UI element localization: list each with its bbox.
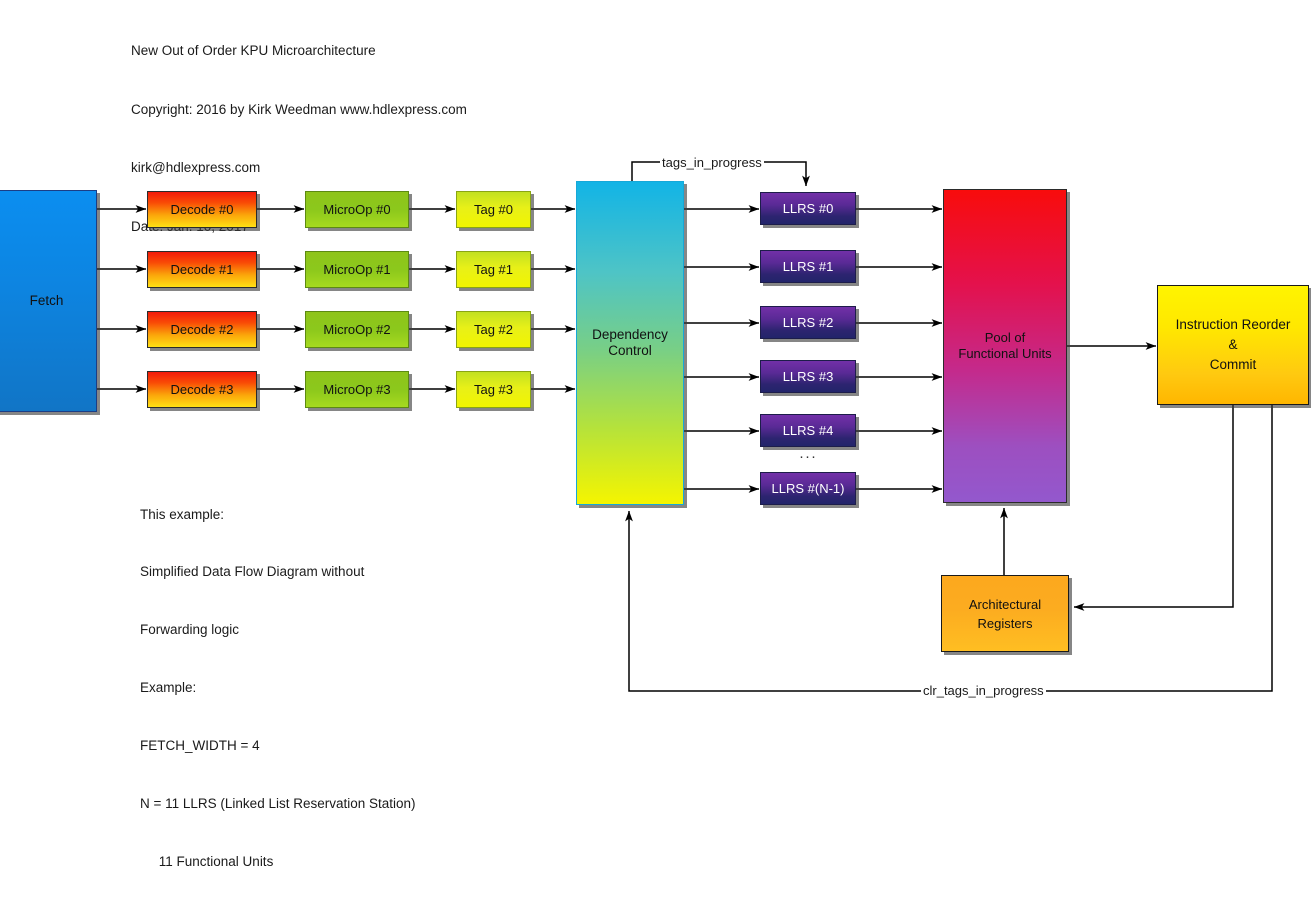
block-reorder-label: Instruction Reorder & Commit <box>1175 317 1291 372</box>
block-llrs-1-label: LLRS #1 <box>782 258 834 274</box>
block-tag-2[interactable]: Tag #2 <box>456 311 531 348</box>
block-tag-2-label: Tag #2 <box>473 321 514 337</box>
title-line-3: kirk@hdlexpress.com <box>131 160 261 175</box>
block-microop-2[interactable]: MicroOp #2 <box>305 311 409 348</box>
block-decode-2[interactable]: Decode #2 <box>147 311 257 348</box>
block-fetch[interactable]: Fetch <box>0 190 97 412</box>
block-llrs-3-label: LLRS #3 <box>782 368 834 384</box>
block-tag-3-label: Tag #3 <box>473 381 514 397</box>
block-pool-label: Pool of Functional Units <box>958 330 1052 361</box>
block-llrs-n-minus-1-label: LLRS #(N-1) <box>771 480 845 496</box>
title-line-2: Copyright: 2016 by Kirk Weedman www.hdle… <box>131 101 467 117</box>
block-microop-2-label: MicroOp #2 <box>323 321 391 337</box>
block-fetch-label: Fetch <box>29 293 64 308</box>
block-decode-1-label: Decode #1 <box>170 261 234 277</box>
block-microop-0[interactable]: MicroOp #0 <box>305 191 409 228</box>
notes-line-5: FETCH_WIDTH = 4 <box>140 738 260 754</box>
block-llrs-0-label: LLRS #0 <box>782 200 834 216</box>
block-dependency-control[interactable]: Dependency Control <box>576 181 684 505</box>
wire-label-clr-tags-in-progress: clr_tags_in_progress <box>921 683 1046 698</box>
block-llrs-1[interactable]: LLRS #1 <box>760 250 856 283</box>
notes-line-3: Forwarding logic <box>140 622 240 638</box>
block-tag-3[interactable]: Tag #3 <box>456 371 531 408</box>
block-tag-0[interactable]: Tag #0 <box>456 191 531 228</box>
block-instruction-reorder-commit[interactable]: Instruction Reorder & Commit <box>1157 285 1309 405</box>
block-microop-0-label: MicroOp #0 <box>323 201 391 217</box>
title-block: New Out of Order KPU Microarchitecture C… <box>131 2 467 275</box>
notes-line-6: N = 11 LLRS (Linked List Reservation Sta… <box>140 796 416 812</box>
block-architectural-registers-label: Architectural Registers <box>968 596 1042 631</box>
wire-label-tags-in-progress: tags_in_progress <box>660 155 764 170</box>
title-line-1: New Out of Order KPU Microarchitecture <box>131 43 376 58</box>
block-decode-0-label: Decode #0 <box>170 201 234 217</box>
block-pool-of-functional-units[interactable]: Pool of Functional Units <box>943 189 1067 503</box>
block-microop-1[interactable]: MicroOp #1 <box>305 251 409 288</box>
block-microop-3-label: MicroOp #3 <box>323 381 391 397</box>
notes-line-1: This example: <box>140 506 225 522</box>
notes-line-4: Example: <box>140 680 197 696</box>
block-decode-2-label: Decode #2 <box>170 321 234 337</box>
block-llrs-0[interactable]: LLRS #0 <box>760 192 856 225</box>
notes-line-2: Simplified Data Flow Diagram without <box>140 564 365 580</box>
block-llrs-2-label: LLRS #2 <box>782 314 834 330</box>
block-microop-3[interactable]: MicroOp #3 <box>305 371 409 408</box>
notes-line-7: 11 Functional Units <box>140 853 274 869</box>
block-tag-1-label: Tag #1 <box>473 261 514 277</box>
block-llrs-3[interactable]: LLRS #3 <box>760 360 856 393</box>
block-decode-0[interactable]: Decode #0 <box>147 191 257 228</box>
block-decode-1[interactable]: Decode #1 <box>147 251 257 288</box>
block-architectural-registers[interactable]: Architectural Registers <box>941 575 1069 652</box>
notes-block: This example: Simplified Data Flow Diagr… <box>140 466 416 910</box>
block-llrs-4[interactable]: LLRS #4 <box>760 414 856 447</box>
block-microop-1-label: MicroOp #1 <box>323 261 391 277</box>
block-llrs-n-minus-1[interactable]: LLRS #(N-1) <box>760 472 856 505</box>
block-tag-0-label: Tag #0 <box>473 201 514 217</box>
block-decode-3[interactable]: Decode #3 <box>147 371 257 408</box>
block-dependency-control-label: Dependency Control <box>592 327 668 358</box>
diagram-canvas: New Out of Order KPU Microarchitecture C… <box>0 0 1311 869</box>
block-decode-3-label: Decode #3 <box>170 381 234 397</box>
llrs-ellipsis: ··· <box>799 448 817 465</box>
block-llrs-4-label: LLRS #4 <box>782 422 834 438</box>
block-tag-1[interactable]: Tag #1 <box>456 251 531 288</box>
block-llrs-2[interactable]: LLRS #2 <box>760 306 856 339</box>
